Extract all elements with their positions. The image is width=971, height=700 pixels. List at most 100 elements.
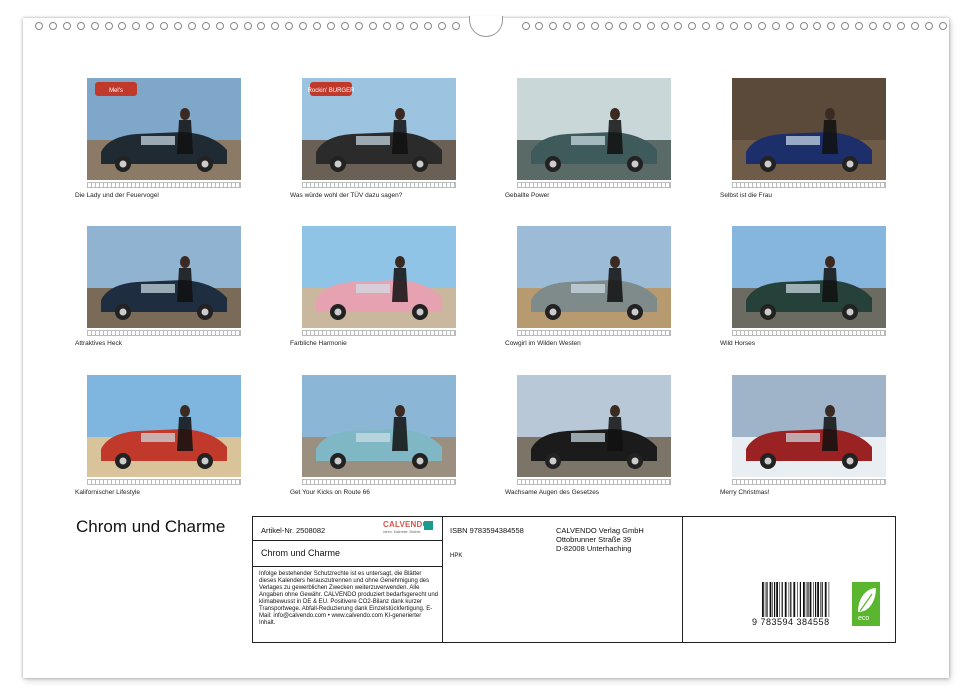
month-photo: [732, 78, 886, 180]
binding-hole: [577, 22, 586, 30]
article-number: Artikel-Nr. 2508082: [261, 526, 326, 535]
binding-hole: [674, 22, 683, 30]
hpk-label: HPK: [450, 553, 463, 559]
isbn: ISBN 9783594384558: [450, 526, 524, 535]
binding-hole: [730, 22, 738, 30]
calendar-title: Chrom und Charme: [76, 517, 226, 536]
binding-hole: [285, 22, 294, 30]
article-cell: Artikel-Nr. 2508082 CALVENDO Ideen. Kale…: [253, 517, 443, 541]
binding-hole: [896, 22, 905, 30]
month-caption: Cowgirl im Wilden Westen: [505, 340, 581, 347]
binding-hole: [452, 22, 460, 30]
binding-hole: [410, 22, 419, 30]
month-photo: [87, 226, 241, 328]
binding-hole: [76, 22, 85, 30]
binding-hole: [118, 22, 127, 30]
month-photo: [517, 226, 671, 328]
binding-hole: [841, 22, 850, 30]
binding-hole: [62, 22, 71, 30]
binding-hole: [201, 22, 210, 30]
month-caption: Kalifornischer Lifestyle: [75, 489, 141, 496]
binding-hole: [660, 22, 669, 30]
binding-hole: [799, 22, 808, 30]
month-photo: [732, 375, 886, 477]
binding-hole: [35, 22, 43, 30]
binding-hole: [229, 22, 238, 30]
binding-hole: [591, 22, 599, 30]
publisher-city: D-82008 Unterhaching: [556, 544, 632, 553]
day-strip: [732, 479, 886, 485]
binding-hole: [938, 22, 947, 30]
binding-hole: [618, 22, 627, 30]
binding-hole: [743, 22, 752, 30]
eco-label: eco: [858, 615, 870, 622]
calvendo-tag-icon: [424, 521, 433, 530]
binding-hole: [132, 22, 141, 30]
binding-hole: [382, 22, 391, 30]
binding-hole: [299, 22, 308, 30]
binding-hole: [632, 22, 641, 30]
month-caption: Wachsame Augen des Gesetzes: [505, 489, 600, 496]
publisher-name: CALVENDO Verlag GmbH: [556, 526, 644, 535]
binding-hole: [604, 22, 613, 30]
binding-hole: [187, 22, 196, 30]
binding-hole: [771, 22, 780, 30]
day-strip: [302, 182, 456, 188]
binding-hole: [924, 22, 933, 30]
month-photo: [517, 375, 671, 477]
binding-hole: [869, 22, 877, 30]
binding-hole: [646, 22, 655, 30]
binding-hole: [90, 22, 99, 30]
day-strip: [302, 330, 456, 336]
day-strip: [302, 479, 456, 485]
month-caption: Wild Horses: [720, 340, 756, 347]
publisher-street: Ottobrunner Straße 39: [556, 535, 632, 544]
eco-badge: eco: [852, 582, 880, 626]
binding-hole: [368, 22, 377, 30]
month-caption: Selbst ist die Frau: [720, 192, 773, 199]
binding-hole: [104, 22, 113, 30]
day-strip: [732, 330, 886, 336]
binding-hole: [340, 22, 349, 30]
day-strip: [517, 330, 671, 336]
month-caption: Was würde wohl der TÜV dazu sagen?: [290, 192, 403, 199]
binding-hole: [146, 22, 155, 30]
day-strip: [517, 182, 671, 188]
day-strip: [87, 330, 241, 336]
day-strip: [87, 479, 241, 485]
binding-hole: [535, 22, 544, 30]
month-caption: Geballte Power: [505, 192, 550, 199]
binding-hole: [243, 22, 252, 30]
binding-hole: [215, 22, 224, 30]
binding-hole: [716, 22, 725, 30]
binding-hole: [271, 22, 280, 30]
month-caption: Die Lady und der Feuervogel: [75, 192, 159, 199]
calvendo-slogan: Ideen. Kalender. Bücher.: [383, 530, 422, 534]
month-caption: Attraktives Heck: [75, 340, 122, 347]
day-strip: [517, 479, 671, 485]
product-title: Chrom und Charme: [261, 548, 341, 558]
photo-sign-text: Rockin' BURGER: [308, 88, 355, 94]
binding-hole: [813, 22, 822, 30]
month-photo: [302, 226, 456, 328]
binding-hole: [549, 22, 558, 30]
binding-hole: [257, 22, 266, 30]
binding-hole: [48, 22, 57, 30]
month-photo: [517, 78, 671, 180]
binding-hole: [424, 22, 433, 30]
binding-hole: [438, 22, 447, 30]
binding-hole: [702, 22, 711, 30]
binding-hole: [174, 22, 182, 30]
binding-hole: [521, 22, 530, 30]
ean-digits: 9 783594 384558: [752, 617, 830, 627]
binding-hole: [563, 22, 572, 30]
binding-hole: [396, 22, 405, 30]
legal-text: Infolge bestehender Schutzrechte ist es …: [259, 571, 438, 626]
month-photo: [87, 375, 241, 477]
isbn-cell: ISBN 9783594384558 HPK CALVENDO Verlag G…: [443, 517, 683, 642]
binding-hole: [160, 22, 169, 30]
photo-sign-text: Mel's: [109, 88, 123, 94]
month-caption: Get Your Kicks on Route 66: [290, 489, 370, 496]
binding-hole: [855, 22, 864, 30]
binding-hole: [827, 22, 836, 30]
